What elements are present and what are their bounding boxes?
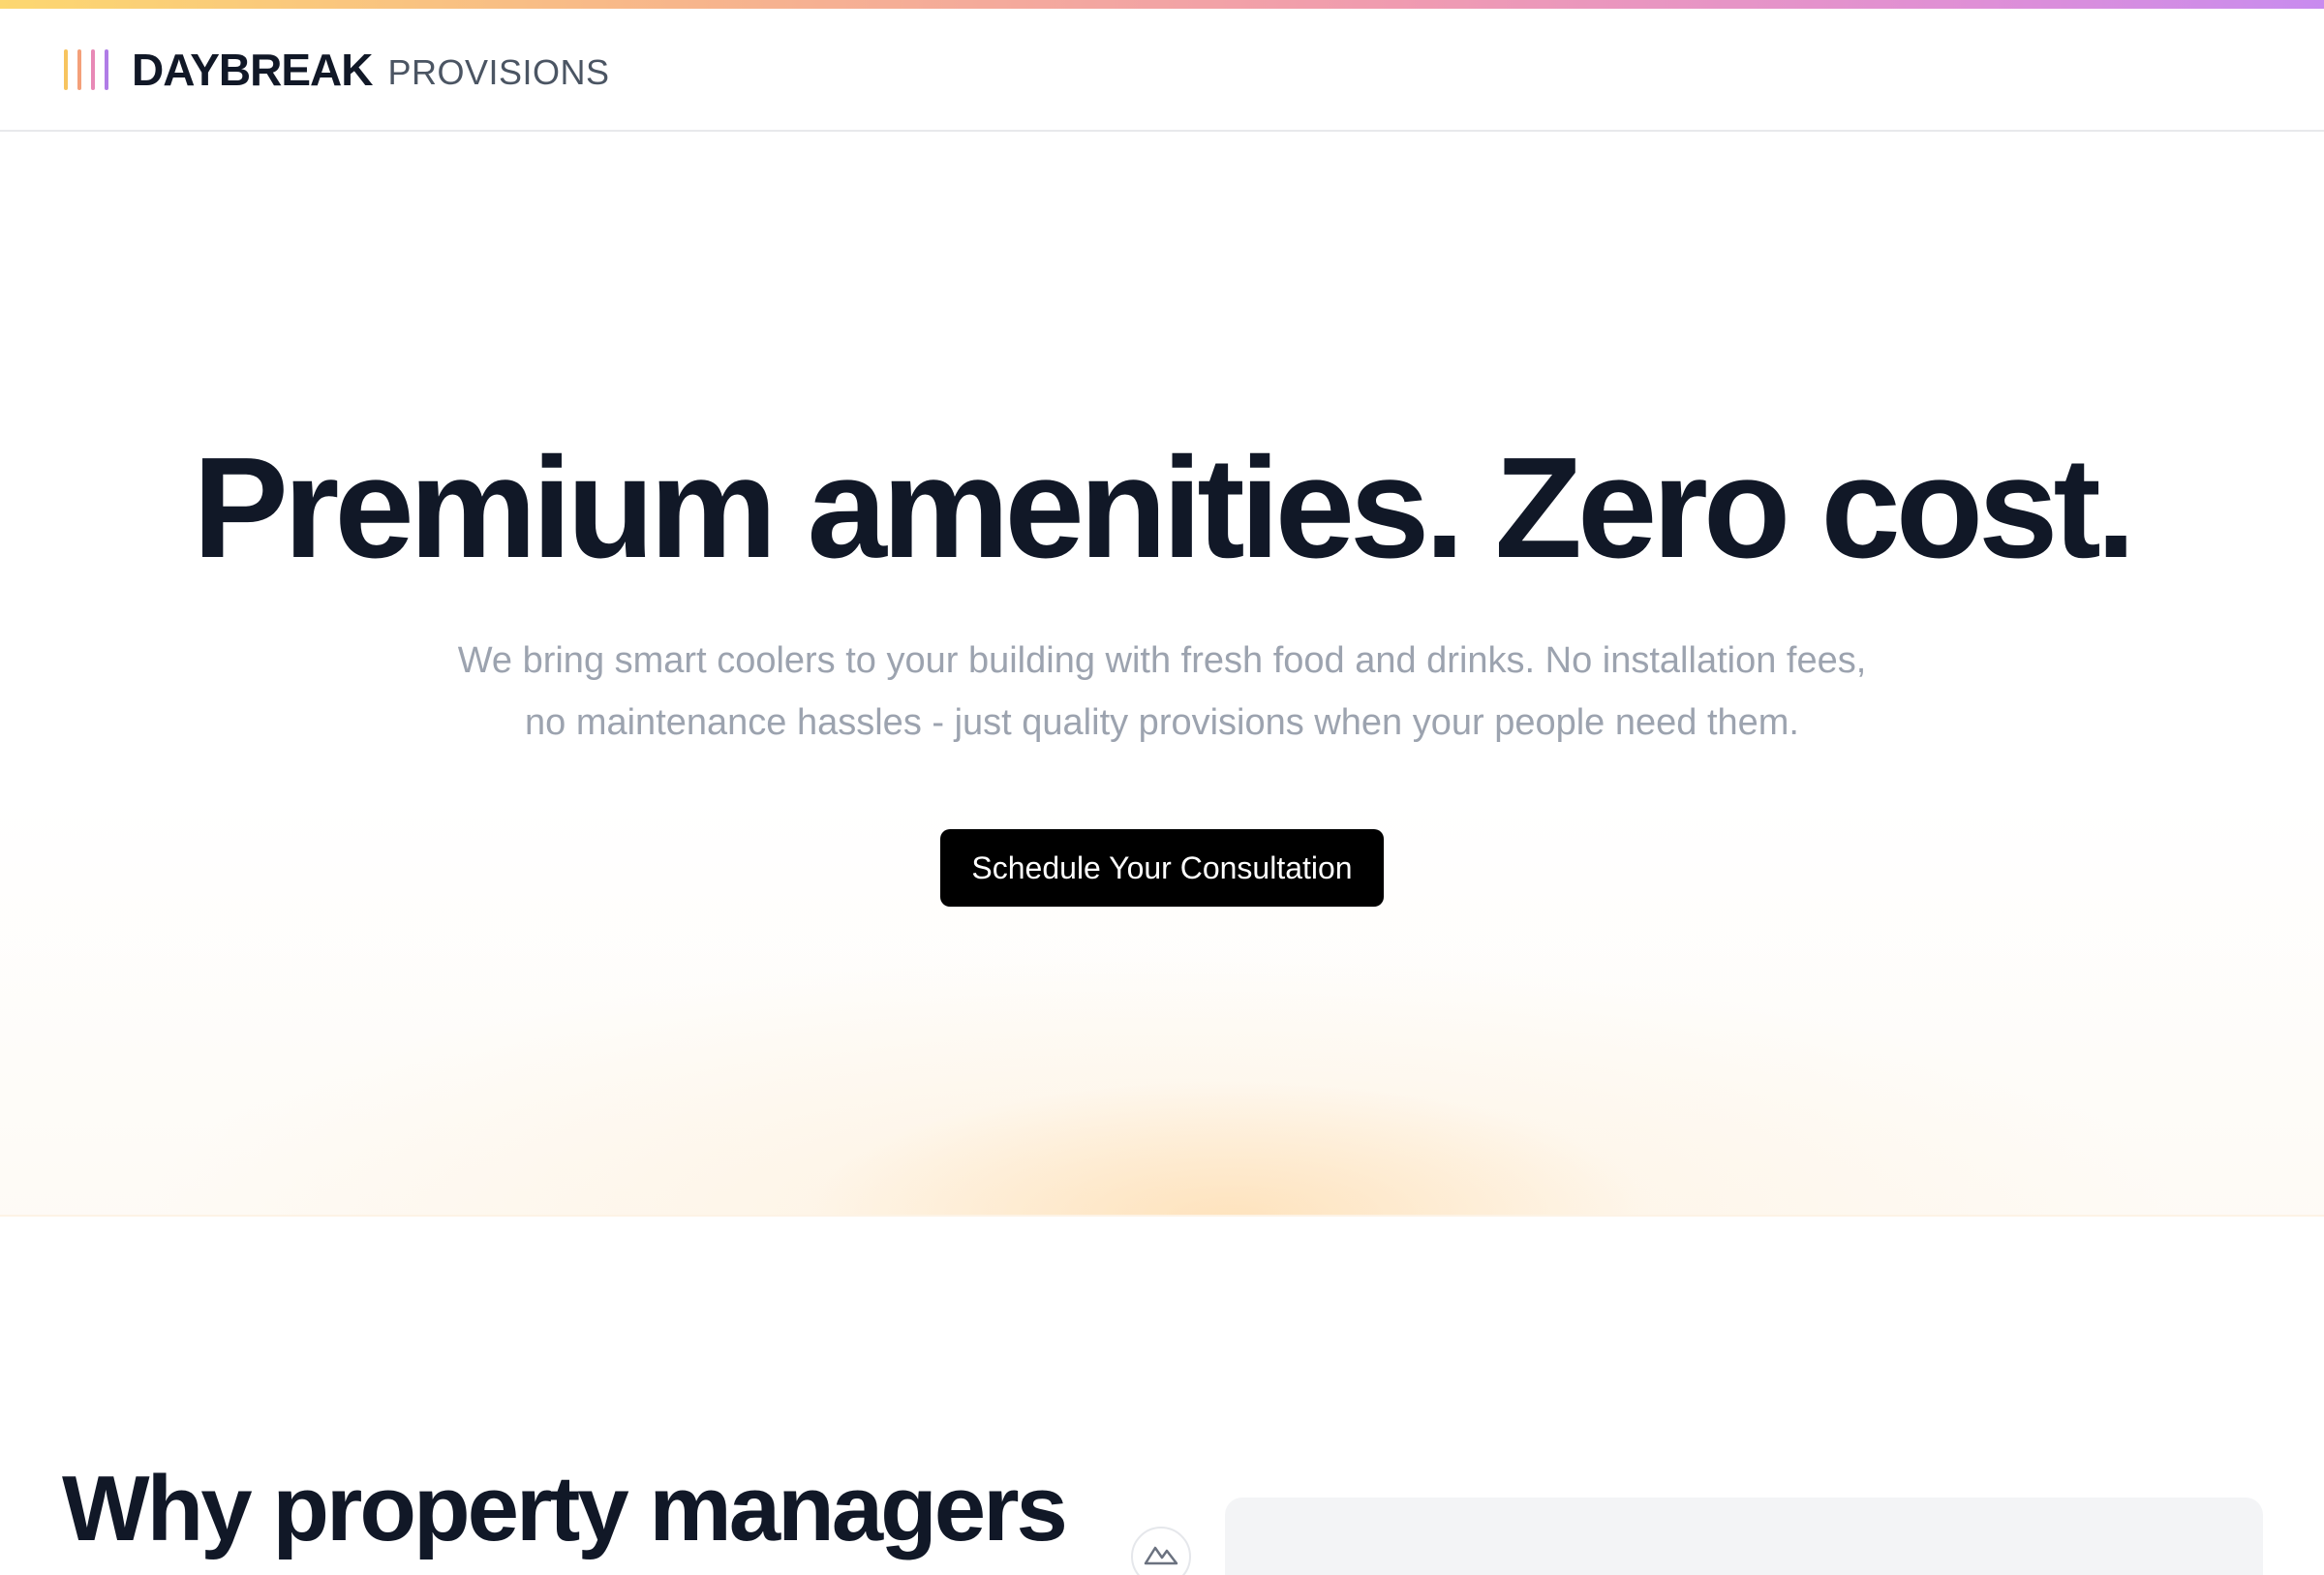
logo-bar [77, 48, 81, 90]
why-section-heading: Why property managers [62, 1457, 1068, 1560]
logo-bar [105, 48, 108, 90]
mountain-icon-glyph [1144, 1546, 1178, 1565]
site-header: DAYBREAK PROVISIONS [0, 9, 2324, 132]
mountain-icon[interactable] [1131, 1527, 1191, 1575]
brand-logo[interactable]: DAYBREAK PROVISIONS [64, 44, 610, 96]
logo-bars-icon [64, 48, 108, 90]
logo-bar [64, 48, 68, 90]
brand-tagline: PROVISIONS [387, 51, 610, 92]
schedule-consultation-button[interactable]: Schedule Your Consultation [940, 829, 1384, 907]
brand-name: DAYBREAK [132, 44, 373, 95]
logo-bar [91, 48, 95, 90]
top-accent-bar [0, 0, 2324, 9]
hero-subtitle: We bring smart coolers to your building … [457, 640, 1867, 743]
hero-title: Premium amenities. Zero cost. [193, 428, 2136, 588]
media-card-placeholder [1225, 1498, 2263, 1575]
